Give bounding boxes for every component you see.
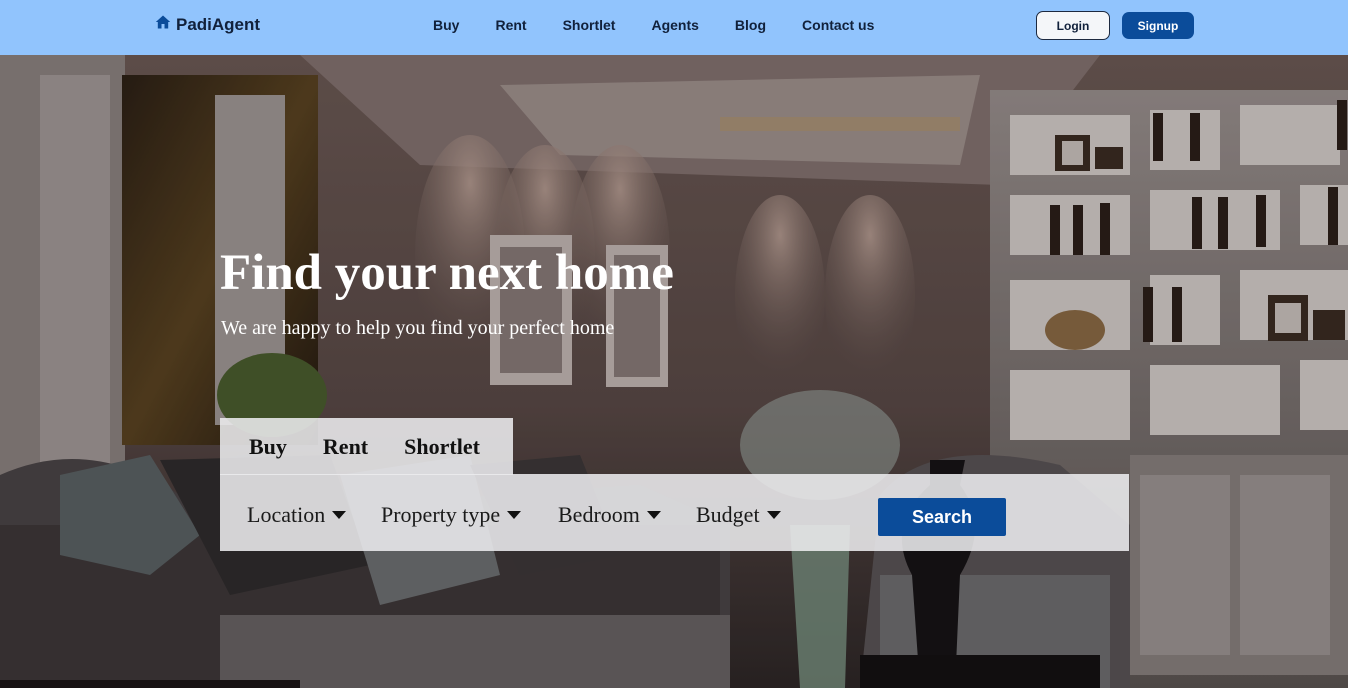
caret-down-icon	[646, 511, 661, 519]
location-label: Location	[247, 502, 326, 527]
listing-type-tabs: Buy Rent Shortlet	[220, 418, 513, 475]
nav-link-rent[interactable]: Rent	[495, 17, 526, 33]
budget-label: Budget	[696, 502, 760, 527]
budget-dropdown[interactable]: Budget	[696, 502, 781, 528]
caret-down-icon	[332, 511, 347, 519]
brand-logo[interactable]: PadiAgent	[155, 14, 260, 35]
nav-link-blog[interactable]: Blog	[735, 17, 766, 33]
hero-section: Find your next home We are happy to help…	[0, 55, 1348, 688]
hero-subtitle: We are happy to help you find your perfe…	[221, 317, 615, 339]
hero-title: Find your next home	[220, 245, 674, 301]
caret-down-icon	[766, 511, 781, 519]
main-nav: Buy Rent Shortlet Agents Blog Contact us	[433, 17, 874, 33]
nav-link-buy[interactable]: Buy	[433, 17, 459, 33]
brand-name: PadiAgent	[176, 14, 261, 34]
tab-rent[interactable]: Rent	[323, 434, 368, 460]
location-dropdown[interactable]: Location	[247, 502, 347, 528]
nav-link-shortlet[interactable]: Shortlet	[563, 17, 616, 33]
caret-down-icon	[507, 511, 522, 519]
search-button[interactable]: Search	[878, 498, 1006, 536]
login-button[interactable]: Login	[1036, 11, 1110, 40]
home-icon	[155, 14, 171, 35]
bedroom-label: Bedroom	[558, 502, 640, 527]
tab-buy[interactable]: Buy	[249, 434, 287, 460]
nav-link-agents[interactable]: Agents	[651, 17, 698, 33]
signup-button[interactable]: Signup	[1122, 12, 1194, 39]
bedroom-dropdown[interactable]: Bedroom	[558, 502, 661, 528]
hero-overlay	[0, 55, 1348, 688]
navbar: PadiAgent Buy Rent Shortlet Agents Blog …	[0, 0, 1348, 55]
search-panel: Location Property type Bedroom Budget Se…	[220, 474, 1129, 551]
tab-shortlet[interactable]: Shortlet	[404, 434, 480, 460]
nav-link-contact[interactable]: Contact us	[802, 17, 874, 33]
property-type-dropdown[interactable]: Property type	[381, 502, 522, 528]
property-type-label: Property type	[381, 502, 501, 527]
